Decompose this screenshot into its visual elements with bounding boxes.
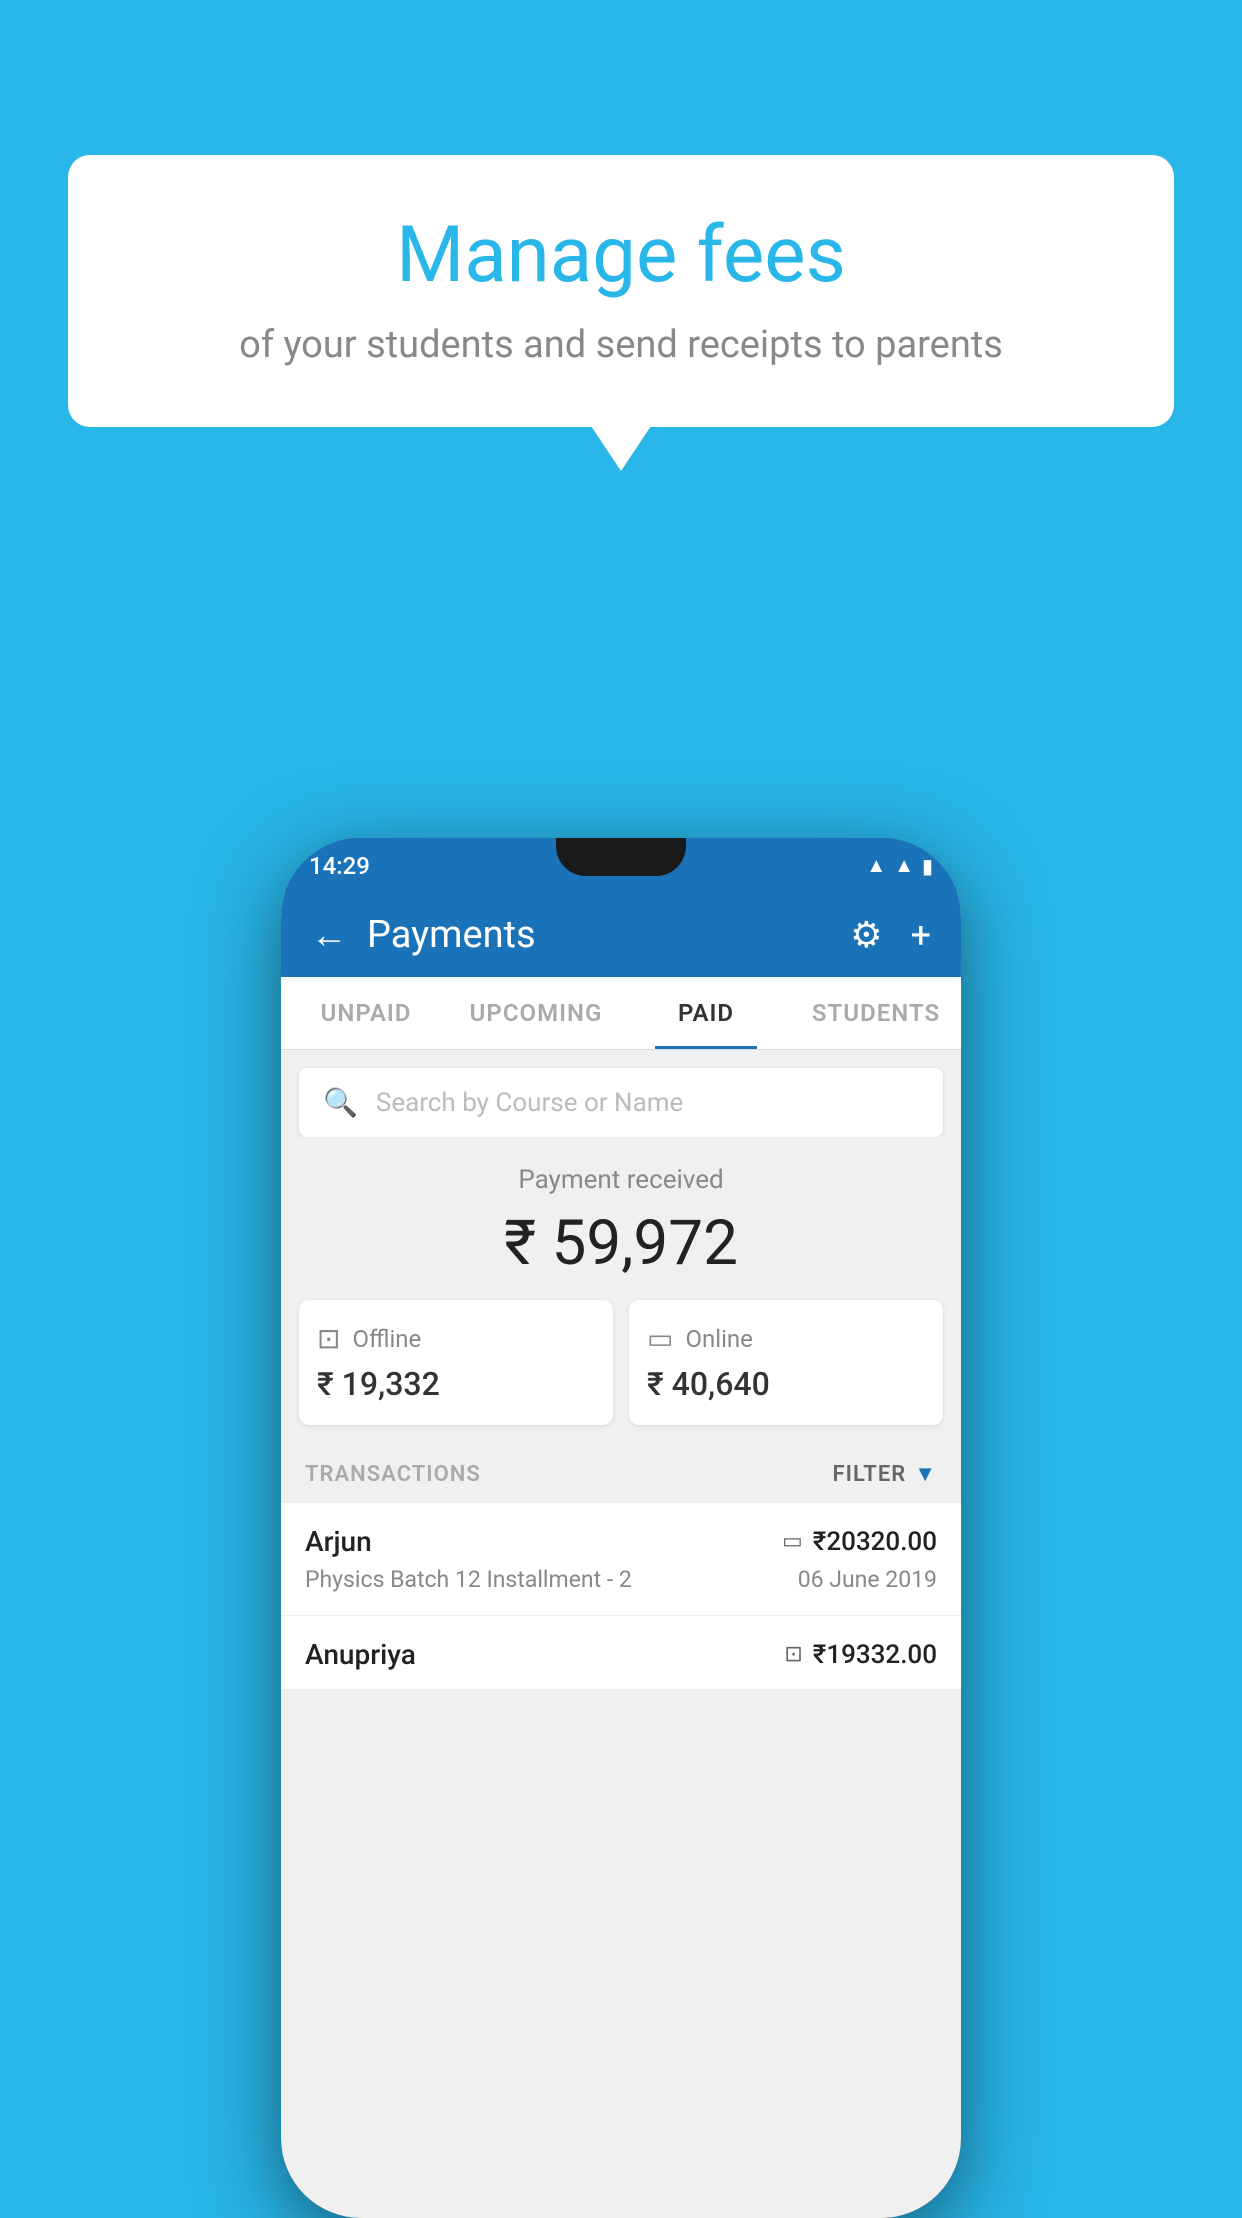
bubble-title: Manage fees	[128, 210, 1114, 301]
tabs-bar: UNPAID UPCOMING PAID STUDENTS	[281, 977, 961, 1050]
transaction-row-partial[interactable]: Anupriya ⊡ ₹19332.00	[281, 1616, 961, 1689]
search-bar[interactable]: 🔍 Search by Course or Name	[299, 1068, 943, 1137]
total-payment-amount: ₹ 59,972	[301, 1207, 941, 1280]
offline-payment-icon: ⊡	[317, 1322, 340, 1355]
transaction-date: 06 June 2019	[798, 1566, 937, 1593]
online-payment-card: ▭ Online ₹ 40,640	[629, 1300, 943, 1425]
transaction-name-2: Anupriya	[305, 1638, 416, 1671]
payment-received-label: Payment received	[301, 1165, 941, 1195]
transactions-label: TRANSACTIONS	[305, 1462, 481, 1487]
tab-upcoming[interactable]: UPCOMING	[451, 977, 621, 1049]
offline-payment-card: ⊡ Offline ₹ 19,332	[299, 1300, 613, 1425]
online-amount: ₹ 40,640	[647, 1365, 925, 1403]
transaction-name: Arjun	[305, 1525, 372, 1558]
payment-offline-icon: ⊡	[784, 1642, 802, 1667]
offline-label: Offline	[352, 1325, 421, 1353]
back-button[interactable]: ←	[311, 914, 347, 956]
online-label: Online	[685, 1325, 752, 1353]
speech-bubble-container: Manage fees of your students and send re…	[68, 155, 1174, 427]
add-icon[interactable]: +	[911, 914, 931, 956]
transaction-amount-2: ₹19332.00	[813, 1640, 937, 1670]
transaction-row[interactable]: Arjun ▭ ₹20320.00 Physics Batch 12 Insta…	[281, 1503, 961, 1616]
transaction-amount: ₹20320.00	[813, 1527, 937, 1557]
filter-button[interactable]: FILTER ▼	[833, 1461, 937, 1487]
filter-icon: ▼	[914, 1461, 937, 1487]
transactions-header: TRANSACTIONS FILTER ▼	[281, 1445, 961, 1503]
online-payment-icon: ▭	[647, 1322, 673, 1355]
search-input[interactable]: Search by Course or Name	[376, 1088, 683, 1118]
phone-notch	[556, 838, 686, 876]
tab-unpaid[interactable]: UNPAID	[281, 977, 451, 1049]
speech-bubble: Manage fees of your students and send re…	[68, 155, 1174, 427]
page-title: Payments	[367, 913, 536, 957]
wifi-icon: ▲	[866, 853, 886, 878]
status-time: 14:29	[309, 852, 370, 880]
status-icons: ▲ ▲ ▮	[866, 853, 933, 878]
battery-icon: ▮	[922, 854, 933, 878]
payment-cards: ⊡ Offline ₹ 19,332 ▭ Online ₹ 40,640	[281, 1300, 961, 1445]
transaction-course: Physics Batch 12 Installment - 2	[305, 1566, 632, 1593]
bubble-subtitle: of your students and send receipts to pa…	[128, 323, 1114, 367]
search-icon: 🔍	[323, 1086, 358, 1119]
app-screen: ← Payments ⚙ + UNPAID UPCOMING PAID STUD…	[281, 893, 961, 2218]
filter-label: FILTER	[833, 1462, 907, 1487]
signal-icon: ▲	[894, 853, 914, 878]
tab-students[interactable]: STUDENTS	[791, 977, 961, 1049]
header-left: ← Payments	[311, 913, 536, 957]
offline-amount: ₹ 19,332	[317, 1365, 595, 1403]
payment-online-icon: ▭	[782, 1529, 803, 1554]
tab-paid[interactable]: PAID	[621, 977, 791, 1049]
settings-icon[interactable]: ⚙	[850, 914, 882, 956]
header-right: ⚙ +	[850, 914, 931, 956]
phone-frame: 14:29 ▲ ▲ ▮ ← Payments ⚙ + UNPAID UPCO	[281, 838, 961, 2218]
payment-summary: Payment received ₹ 59,972	[281, 1137, 961, 1300]
app-header: ← Payments ⚙ +	[281, 893, 961, 977]
